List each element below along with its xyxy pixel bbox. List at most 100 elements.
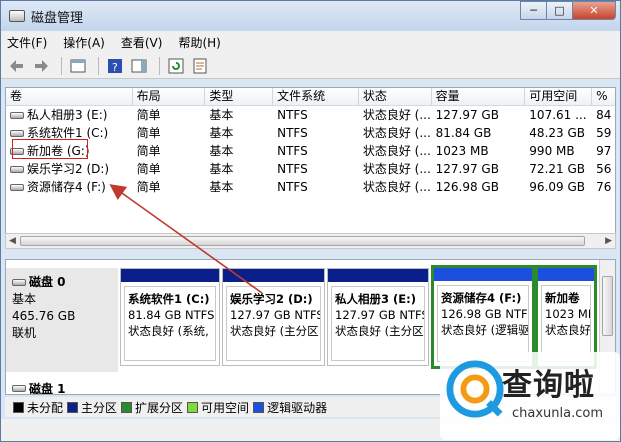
type-cell: 基本	[209, 144, 234, 158]
toolbar-separator	[61, 56, 62, 75]
percent-cell: 56	[596, 162, 612, 176]
partition-e[interactable]: 私人相册3 (E:) 127.97 GB NTFS 状态良好 (主分区	[327, 268, 429, 366]
legend-swatch-free-space	[187, 401, 199, 413]
legend-label: 未分配	[27, 400, 64, 415]
status-cell: 状态良好 (...	[362, 108, 431, 122]
col-type[interactable]: 类型	[205, 88, 274, 105]
scroll-left-icon[interactable]: ◀	[9, 234, 16, 248]
minimize-button[interactable]: ─	[520, 1, 547, 20]
percent-cell: 76	[596, 180, 612, 194]
maximize-button[interactable]: □	[546, 1, 573, 20]
window-title: 磁盘管理	[31, 10, 84, 26]
capacity-cell: 126.98 GB	[435, 180, 499, 194]
partition-c[interactable]: 系统软件1 (C:) 81.84 GB NTFS 状态良好 (系统,	[120, 268, 220, 366]
volume-cell: 资源储存4 (F:)	[6, 178, 133, 196]
col-layout[interactable]: 布局	[133, 88, 206, 105]
partition-size: 127.97 GB NTFS	[230, 308, 321, 322]
refresh-icon[interactable]	[166, 56, 186, 76]
col-filesystem[interactable]: 文件系统	[273, 88, 359, 105]
drive-icon	[10, 165, 24, 173]
volume-list: 卷 布局 类型 文件系统 状态 容量 可用空间 % 私人相册3 (E:) 简单 …	[5, 87, 616, 247]
partition-size: 126.98 GB NTFS	[441, 307, 529, 321]
partition-d[interactable]: 娱乐学习2 (D:) 127.97 GB NTFS 状态良好 (主分区	[222, 268, 325, 366]
forward-arrow-icon[interactable]	[31, 56, 51, 76]
back-arrow-icon[interactable]	[7, 56, 27, 76]
menu-file[interactable]: 文件(F)	[7, 34, 47, 51]
scroll-right-icon[interactable]: ▶	[605, 234, 612, 248]
free-space-cell: 72.21 GB	[529, 162, 585, 176]
volume-list-header: 卷 布局 类型 文件系统 状态 容量 可用空间 %	[6, 88, 615, 106]
menu-bar: 文件(F) 操作(A) 查看(V) 帮助(H)	[1, 31, 620, 53]
properties-icon[interactable]	[190, 56, 210, 76]
toolbar-separator	[159, 56, 160, 75]
logical-drive-bar	[434, 268, 532, 281]
action-pane-icon[interactable]	[129, 56, 149, 76]
scrollbar-thumb[interactable]	[20, 236, 585, 246]
layout-cell: 简单	[136, 180, 161, 194]
free-space-cell: 107.61 ...	[529, 108, 587, 122]
status-cell: 状态良好 (...	[362, 180, 431, 194]
drive-icon	[10, 129, 24, 137]
watermark-text: 查询啦	[502, 368, 595, 403]
filesystem-cell: NTFS	[277, 180, 308, 194]
col-percent[interactable]: %	[592, 88, 615, 105]
disk-management-icon	[9, 10, 25, 22]
legend-swatch-logical	[253, 401, 265, 413]
help-icon[interactable]: ?	[105, 56, 125, 76]
legend-swatch-primary	[67, 401, 79, 413]
col-capacity[interactable]: 容量	[432, 88, 526, 105]
partition-size: 81.84 GB NTFS	[128, 308, 215, 322]
menu-view[interactable]: 查看(V)	[121, 34, 163, 51]
table-row[interactable]: 系统软件1 (C:) 简单 基本 NTFS 状态良好 (... 81.84 GB…	[6, 124, 615, 142]
legend-swatch-extended	[121, 401, 133, 413]
layout-cell: 简单	[136, 108, 161, 122]
table-row[interactable]: 资源储存4 (F:) 简单 基本 NTFS 状态良好 (... 126.98 G…	[6, 178, 615, 196]
logical-drive-bar	[538, 268, 594, 281]
partition-status: 状态良好 (主分区	[335, 324, 424, 338]
partition-size: 1023 MB	[545, 307, 591, 321]
toolbar: ?	[1, 53, 620, 79]
col-status[interactable]: 状态	[359, 88, 432, 105]
percent-cell: 97	[596, 144, 612, 158]
disk-0-info[interactable]: 磁盘 0 基本 465.76 GB 联机	[6, 268, 118, 372]
type-cell: 基本	[209, 162, 234, 176]
horizontal-scrollbar[interactable]: ◀ ▶	[5, 233, 616, 249]
disk-1-info[interactable]: 磁盘 1	[12, 380, 66, 394]
volume-name: 娱乐学习2 (D:)	[27, 162, 110, 176]
table-row[interactable]: 私人相册3 (E:) 简单 基本 NTFS 状态良好 (... 127.97 G…	[6, 106, 615, 124]
close-button[interactable]: ✕	[572, 1, 616, 20]
partition-name: 系统软件1 (C:)	[128, 292, 210, 306]
table-row[interactable]: 娱乐学习2 (D:) 简单 基本 NTFS 状态良好 (... 127.97 G…	[6, 160, 615, 178]
capacity-cell: 127.97 GB	[435, 162, 499, 176]
layout-cell: 简单	[136, 126, 161, 140]
watermark-url: chaxunla.com	[512, 406, 603, 421]
volume-name: 资源储存4 (F:)	[27, 180, 106, 194]
primary-partition-bar	[223, 269, 324, 282]
status-cell: 状态良好 (...	[362, 144, 431, 158]
capacity-cell: 81.84 GB	[435, 126, 492, 140]
partition-status: 状态良好 (逻辑驱	[441, 323, 529, 337]
scrollbar-thumb[interactable]	[602, 276, 613, 336]
disk-0-state: 联机	[12, 326, 37, 340]
capacity-cell: 127.97 GB	[435, 108, 499, 122]
legend-swatch-unallocated	[13, 401, 24, 413]
partition-name: 私人相册3 (E:)	[335, 292, 416, 306]
menu-action[interactable]: 操作(A)	[63, 34, 105, 51]
type-cell: 基本	[209, 126, 234, 140]
primary-partition-bar	[328, 269, 428, 282]
partition-status: 状态良好 (系统,	[128, 324, 209, 338]
watermark-logo-icon	[446, 360, 504, 418]
menu-help[interactable]: 帮助(H)	[178, 34, 220, 51]
col-free-space[interactable]: 可用空间	[525, 88, 593, 105]
layout-cell: 简单	[136, 144, 161, 158]
partition-name: 娱乐学习2 (D:)	[230, 292, 313, 306]
volume-name: 私人相册3 (E:)	[27, 108, 108, 122]
partition-size: 127.97 GB NTFS	[335, 308, 425, 322]
show-hide-console-tree-icon[interactable]	[68, 56, 88, 76]
col-volume[interactable]: 卷	[6, 88, 133, 105]
table-row[interactable]: 新加卷 (G:) 简单 基本 NTFS 状态良好 (... 1023 MB 99…	[6, 142, 615, 160]
type-cell: 基本	[209, 108, 234, 122]
partition-status: 状态良好	[545, 323, 591, 337]
filesystem-cell: NTFS	[277, 126, 308, 140]
type-cell: 基本	[209, 180, 234, 194]
